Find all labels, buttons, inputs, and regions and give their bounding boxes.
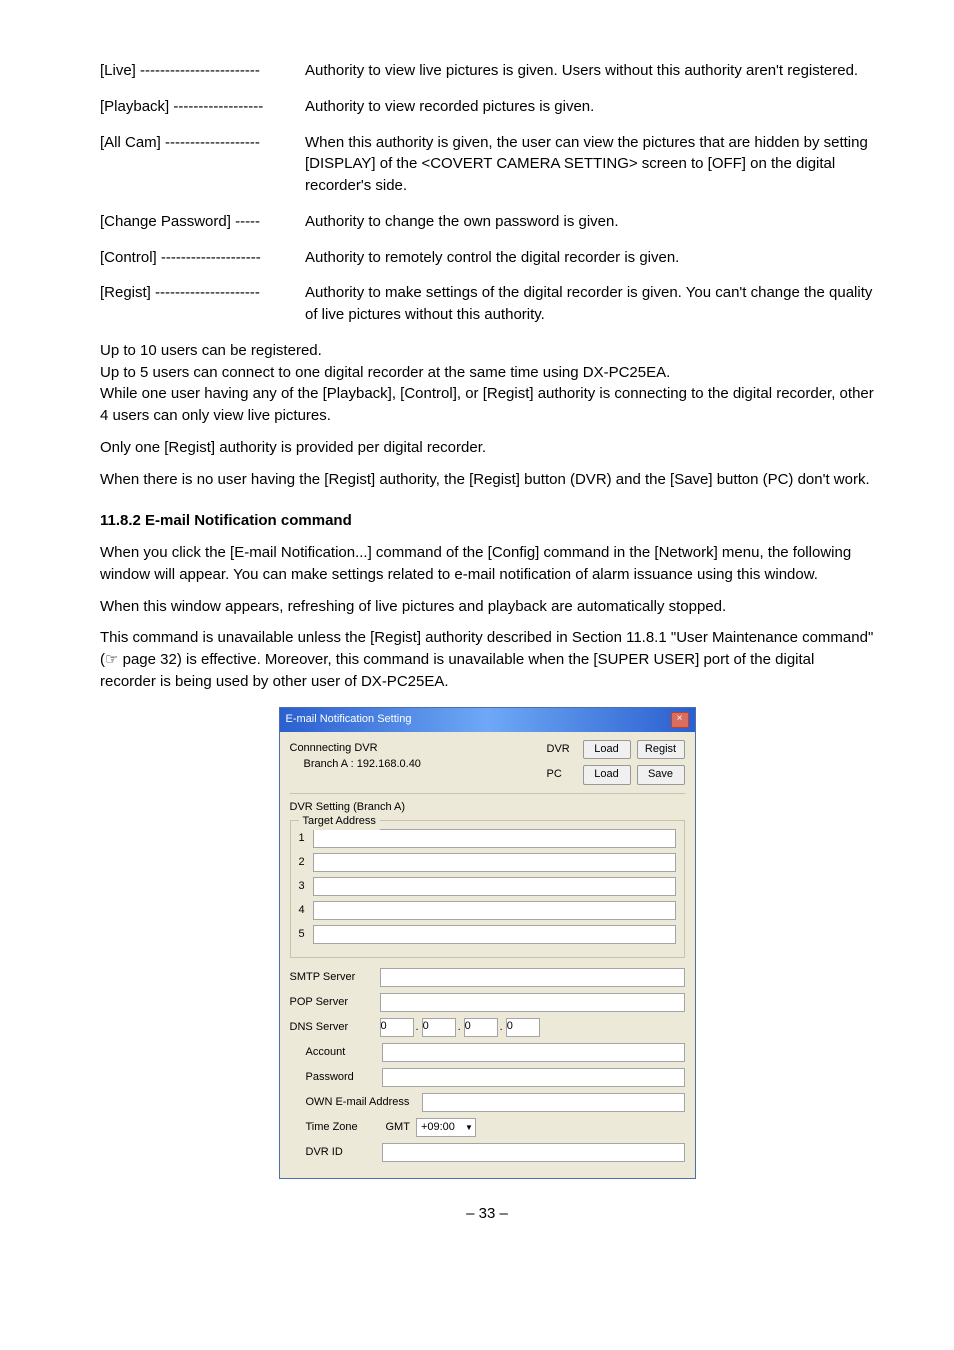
dvr-label: DVR: [547, 742, 577, 758]
timezone-value: +09:00: [421, 1120, 455, 1136]
branch-address: Branch A : 192.168.0.40: [290, 756, 421, 773]
paragraph: When you click the [E-mail Notification.…: [100, 542, 874, 586]
dns-octet-2[interactable]: 0: [422, 1018, 456, 1037]
dns-input-group: 0. 0. 0. 0: [380, 1018, 540, 1037]
dialog-title: E-mail Notification Setting: [286, 712, 412, 728]
pc-save-button[interactable]: Save: [637, 765, 685, 785]
chevron-down-icon: ▼: [461, 1122, 473, 1134]
target-address-input[interactable]: [313, 925, 676, 944]
def-desc: When this authority is given, the user c…: [305, 132, 874, 197]
section-heading: 11.8.2 E-mail Notification command: [100, 510, 874, 532]
target-address-input[interactable]: [313, 901, 676, 920]
pop-label: POP Server: [290, 995, 380, 1011]
dvr-load-button[interactable]: Load: [583, 740, 631, 760]
account-label: Account: [306, 1045, 382, 1061]
target-row-number: 2: [299, 855, 313, 871]
dvrid-input[interactable]: [382, 1143, 685, 1162]
paragraph: This command is unavailable unless the […: [100, 627, 874, 692]
timezone-select[interactable]: +09:00 ▼: [416, 1118, 476, 1137]
definitions-list: [Live] ------------------------ Authorit…: [100, 60, 874, 326]
dns-octet-1[interactable]: 0: [380, 1018, 414, 1037]
dvr-regist-button[interactable]: Regist: [637, 740, 685, 760]
dns-label: DNS Server: [290, 1020, 380, 1036]
dvrid-label: DVR ID: [306, 1145, 382, 1161]
paragraph: Only one [Regist] authority is provided …: [100, 437, 874, 459]
email-notification-dialog: E-mail Notification Setting × Connnectin…: [279, 707, 696, 1180]
def-label: [Playback] ------------------: [100, 96, 305, 118]
gmt-label: GMT: [386, 1120, 410, 1136]
def-label: [Live] ------------------------: [100, 60, 305, 82]
target-row-number: 4: [299, 903, 313, 919]
own-email-label: OWN E-mail Address: [306, 1095, 422, 1111]
def-label: [Regist] ---------------------: [100, 282, 305, 326]
def-label: [Change Password] -----: [100, 211, 305, 233]
target-address-group: Target Address 12345: [290, 820, 685, 958]
password-label: Password: [306, 1070, 382, 1086]
target-row-number: 5: [299, 927, 313, 943]
target-address-input[interactable]: [313, 829, 676, 848]
paragraph: When there is no user having the [Regist…: [100, 469, 874, 491]
smtp-input[interactable]: [380, 968, 685, 987]
def-desc: Authority to change the own password is …: [305, 211, 874, 233]
def-label: [All Cam] -------------------: [100, 132, 305, 197]
def-desc: Authority to make settings of the digita…: [305, 282, 874, 326]
text: Up to 10 users can be registered.: [100, 342, 322, 359]
timezone-label: Time Zone: [306, 1120, 380, 1136]
target-row-number: 3: [299, 879, 313, 895]
pop-input[interactable]: [380, 993, 685, 1012]
target-address-input[interactable]: [313, 853, 676, 872]
target-address-legend: Target Address: [299, 814, 380, 830]
account-input[interactable]: [382, 1043, 685, 1062]
close-icon[interactable]: ×: [671, 712, 689, 728]
own-email-input[interactable]: [422, 1093, 685, 1112]
dns-octet-4[interactable]: 0: [506, 1018, 540, 1037]
paragraph: When this window appears, refreshing of …: [100, 596, 874, 618]
def-desc: Authority to remotely control the digita…: [305, 247, 874, 269]
def-desc: Authority to view live pictures is given…: [305, 60, 874, 82]
page-number: – 33 –: [100, 1203, 874, 1225]
connecting-dvr-label: Connnecting DVR: [290, 740, 421, 757]
text: Up to 5 users can connect to one digital…: [100, 364, 670, 381]
pc-label: PC: [547, 767, 577, 783]
password-input[interactable]: [382, 1068, 685, 1087]
paragraph: Up to 10 users can be registered. Up to …: [100, 340, 874, 427]
def-label: [Control] --------------------: [100, 247, 305, 269]
pc-load-button[interactable]: Load: [583, 765, 631, 785]
target-address-input[interactable]: [313, 877, 676, 896]
connecting-dvr-block: Connnecting DVR Branch A : 192.168.0.40: [290, 740, 421, 773]
smtp-label: SMTP Server: [290, 970, 380, 986]
dns-octet-3[interactable]: 0: [464, 1018, 498, 1037]
target-row-number: 1: [299, 831, 313, 847]
text: While one user having any of the [Playba…: [100, 385, 874, 424]
def-desc: Authority to view recorded pictures is g…: [305, 96, 874, 118]
titlebar: E-mail Notification Setting ×: [280, 708, 695, 732]
